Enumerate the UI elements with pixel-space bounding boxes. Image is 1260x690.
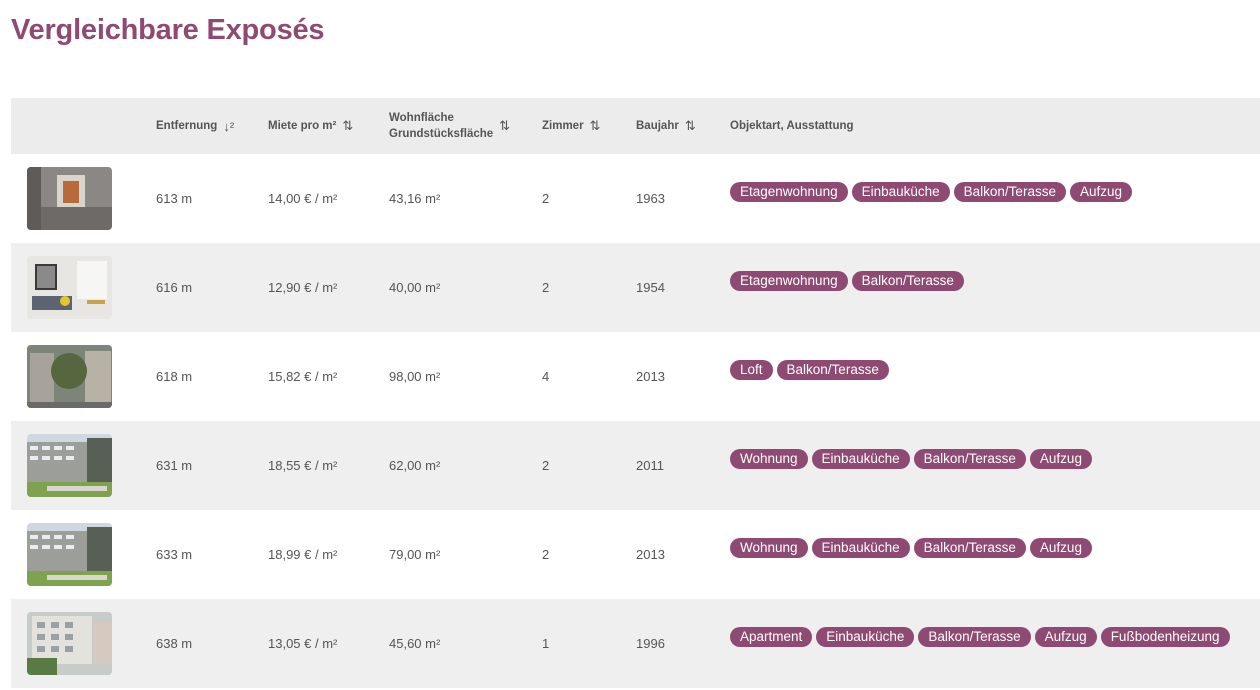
header-label: Miete pro m²	[268, 120, 337, 132]
rent-per-sqm-cell: 18,55 € / m²	[268, 458, 338, 473]
feature-tag: Einbauküche	[816, 627, 915, 647]
header-label: Objektart, Ausstattung	[730, 120, 854, 132]
feature-tag: Etagenwohnung	[730, 182, 848, 202]
year-built-cell: 1996	[636, 636, 665, 651]
feature-tag: Aufzug	[1029, 449, 1092, 469]
feature-tag: Einbauküche	[851, 182, 950, 202]
feature-tag: Aufzug	[1029, 538, 1092, 558]
living-area-cell: 40,00 m²	[389, 280, 441, 295]
feature-tag: Balkon/Terasse	[851, 271, 964, 291]
feature-tag: Einbauküche	[811, 449, 910, 469]
listing-thumbnail[interactable]	[27, 345, 112, 408]
distance-cell: 613 m	[156, 191, 193, 206]
table-row[interactable]: 613 m 14,00 € / m² 43,16 m² 2 1963 Etagenwohn…	[11, 154, 1260, 243]
year-built-cell: 2013	[636, 369, 665, 384]
distance-cell: 638 m	[156, 636, 193, 651]
feature-tags: Wohnung Einbauküche Balkon/Terasse Aufzug	[730, 538, 1092, 558]
header-wohnflaeche[interactable]: Wohnfläche Grundstücksfläche ⇅	[389, 98, 510, 154]
year-built-cell: 1954	[636, 280, 665, 295]
living-area-cell: 62,00 m²	[389, 458, 441, 473]
year-built-cell: 2013	[636, 547, 665, 562]
table-row[interactable]: 631 m 18,55 € / m² 62,00 m² 2 2011 Wohnung Ein…	[11, 421, 1260, 510]
table-row[interactable]: 633 m 18,99 € / m² 79,00 m² 2 2013 Wohnung Ein…	[11, 510, 1260, 599]
rooms-cell: 2	[542, 191, 550, 206]
feature-tag: Wohnung	[730, 538, 808, 558]
header-label: Entfernung	[156, 120, 218, 132]
header-label: Wohnfläche Grundstücksfläche	[389, 110, 493, 142]
feature-tags: Apartment Einbauküche Balkon/Terasse Aufzug…	[730, 627, 1230, 647]
header-label: Baujahr	[636, 120, 679, 132]
rent-per-sqm-cell: 12,90 € / m²	[268, 280, 338, 295]
listing-thumbnail[interactable]	[27, 612, 112, 675]
living-area-cell: 79,00 m²	[389, 547, 441, 562]
rent-per-sqm-cell: 18,99 € / m²	[268, 547, 338, 562]
feature-tag: Balkon/Terasse	[953, 182, 1066, 202]
feature-tag: Balkon/Terasse	[776, 360, 889, 380]
feature-tag: Aufzug	[1069, 182, 1132, 202]
header-baujahr[interactable]: Baujahr ⇅	[636, 98, 696, 154]
feature-tag: Aufzug	[1034, 627, 1097, 647]
feature-tag: Wohnung	[730, 449, 808, 469]
listing-thumbnail[interactable]	[27, 434, 112, 497]
sort-desc-icon[interactable]: ↓²	[223, 119, 234, 134]
feature-tags: Loft Balkon/Terasse	[730, 360, 889, 380]
rooms-cell: 2	[542, 547, 550, 562]
rent-per-sqm-cell: 15,82 € / m²	[268, 369, 338, 384]
listing-thumbnail[interactable]	[27, 256, 112, 319]
header-miete[interactable]: Miete pro m² ⇅	[268, 98, 353, 154]
listing-thumbnail[interactable]	[27, 523, 112, 586]
year-built-cell: 2011	[636, 458, 664, 473]
table-row[interactable]: 638 m 13,05 € / m² 45,60 m² 1 1996 Apartment E…	[11, 599, 1260, 688]
distance-cell: 633 m	[156, 547, 193, 562]
feature-tag: Loft	[730, 360, 773, 380]
feature-tag: Etagenwohnung	[730, 271, 848, 291]
feature-tag: Balkon/Terasse	[913, 449, 1026, 469]
living-area-cell: 43,16 m²	[389, 191, 441, 206]
rooms-cell: 1	[542, 636, 550, 651]
feature-tag: Apartment	[730, 627, 813, 647]
feature-tag: Einbauküche	[811, 538, 910, 558]
feature-tags: Etagenwohnung Balkon/Terasse	[730, 271, 964, 291]
living-area-cell: 98,00 m²	[389, 369, 441, 384]
feature-tag: Balkon/Terasse	[918, 627, 1031, 647]
listing-thumbnail[interactable]	[27, 167, 112, 230]
table-body: 613 m 14,00 € / m² 43,16 m² 2 1963 Etagenwohn…	[11, 154, 1260, 688]
rooms-cell: 2	[542, 458, 550, 473]
distance-cell: 618 m	[156, 369, 193, 384]
header-entfernung[interactable]: Entfernung ↓²	[156, 98, 234, 154]
header-label-line2: Grundstücksfläche	[389, 128, 494, 140]
sort-icon[interactable]: ⇅	[499, 118, 510, 134]
year-built-cell: 1963	[636, 191, 665, 206]
sort-icon[interactable]: ⇅	[685, 118, 696, 134]
rooms-cell: 2	[542, 280, 550, 295]
table-header: Entfernung ↓² Miete pro m² ⇅ Wohnfläche …	[11, 98, 1260, 154]
feature-tag: Balkon/Terasse	[913, 538, 1026, 558]
table-row[interactable]: 616 m 12,90 € / m² 40,00 m² 2 1954 Etagenwohn…	[11, 243, 1260, 332]
sort-icon[interactable]: ⇅	[342, 118, 353, 134]
rent-per-sqm-cell: 14,00 € / m²	[268, 191, 338, 206]
distance-cell: 631 m	[156, 458, 193, 473]
feature-tags: Wohnung Einbauküche Balkon/Terasse Aufzug	[730, 449, 1092, 469]
feature-tags: Etagenwohnung Einbauküche Balkon/Terasse Au…	[730, 182, 1132, 202]
feature-tag: Fußbodenheizung	[1100, 627, 1230, 647]
sort-icon[interactable]: ⇅	[590, 118, 601, 134]
header-label-line1: Wohnfläche	[389, 112, 454, 124]
rooms-cell: 4	[542, 369, 550, 384]
comparison-table: Entfernung ↓² Miete pro m² ⇅ Wohnfläche …	[11, 98, 1260, 688]
page-title: Vergleichbare Exposés	[11, 14, 325, 46]
header-objektart: Objektart, Ausstattung	[730, 98, 854, 154]
header-label: Zimmer	[542, 120, 584, 132]
table-row[interactable]: 618 m 15,82 € / m² 98,00 m² 4 2013 Loft Balkon…	[11, 332, 1260, 421]
rent-per-sqm-cell: 13,05 € / m²	[268, 636, 338, 651]
distance-cell: 616 m	[156, 280, 193, 295]
header-zimmer[interactable]: Zimmer ⇅	[542, 98, 600, 154]
living-area-cell: 45,60 m²	[389, 636, 441, 651]
